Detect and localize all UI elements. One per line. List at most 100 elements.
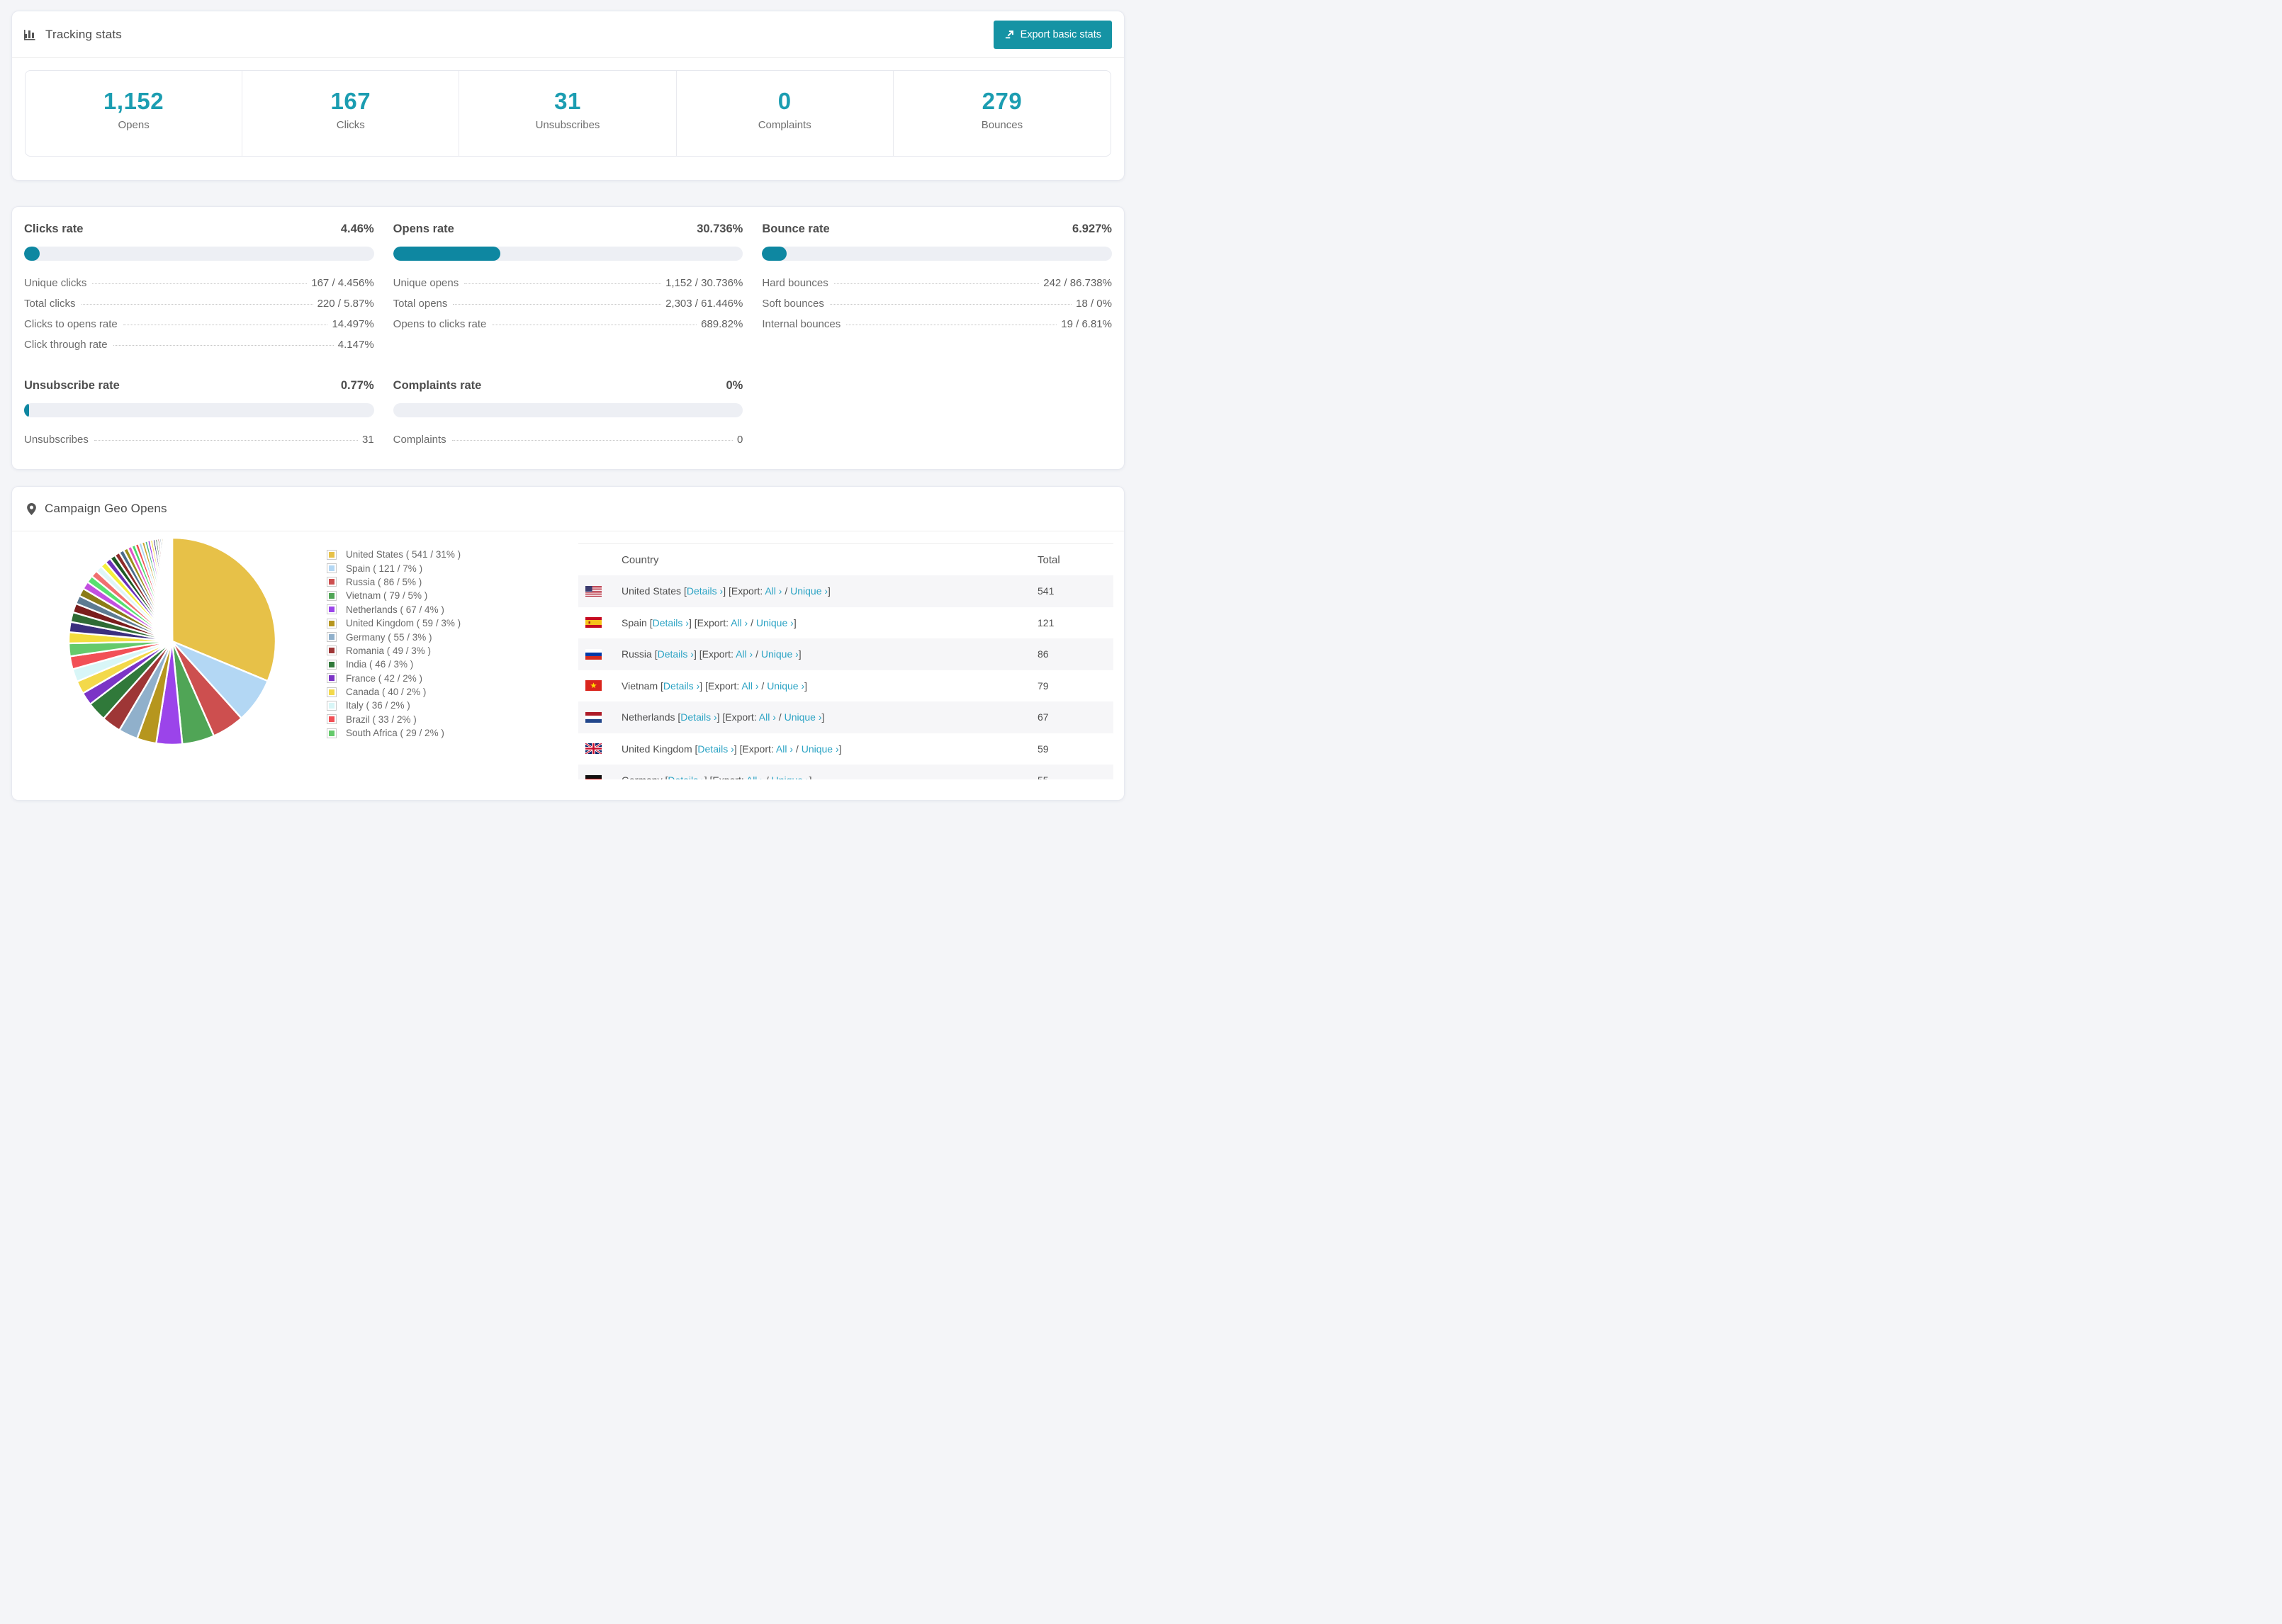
stat-label: Complaints [758,119,811,132]
flag-de-icon [585,774,602,779]
export-all-link[interactable]: All › [736,648,753,660]
bracket-text: ] [809,774,812,779]
page: { "page": { "background": "#f4f5f8", "wi… [0,11,1141,823]
country-name: Russia [622,648,655,660]
rate-section-value: 4.46% [340,222,374,235]
country-cell: United Kingdom [Details ›] [Export: All … [622,743,842,755]
rate-section-header: Unsubscribe rate 0.77% [24,379,374,393]
stat-value: 31 [554,88,581,114]
total-value: 121 [1038,616,1055,628]
stat-box-complaints: 0 Complaints [677,71,894,156]
country-cell: Germany [Details ›] [Export: All › / Uni… [622,774,811,779]
bracket-text: ] [838,743,842,755]
stats-row: 1,152 Opens 167 Clicks 31 Unsubscribes 0 Compla… [25,70,1111,157]
export-all-link[interactable]: All › [759,711,776,723]
rate-stat-value: 689.82% [701,318,743,330]
total-value: 86 [1038,648,1049,660]
country-cell: Spain [Details ›] [Export: All › / Uniqu… [622,617,797,628]
export-unique-link[interactable]: Unique › [767,680,804,692]
progress-bar [24,247,374,261]
export-icon [1004,29,1015,40]
stat-value: 279 [982,88,1023,114]
rate-stat-label: Unique clicks [24,277,87,289]
progress-bar [393,403,743,417]
details-link[interactable]: Details › [658,648,694,660]
rate-section-title: Clicks rate [24,222,84,235]
legend-item: United States ( 541 / 31% ) [327,548,461,561]
stat-label: Bounces [981,119,1023,132]
rate-stat-value: 167 / 4.456% [311,277,374,289]
bracket-text: / [753,648,761,660]
export-all-link[interactable]: All › [776,743,793,755]
legend-swatch [327,549,337,560]
export-all-link[interactable]: All › [731,617,748,628]
export-unique-link[interactable]: Unique › [790,585,828,597]
table-row-es: Spain [Details ›] [Export: All › / Uniqu… [578,607,1113,639]
legend-label: Romania ( 49 / 3% ) [346,645,432,656]
bracket-text: ] [Export: [704,774,746,779]
bracket-text: ] [798,648,802,660]
tracking-stats-card: Tracking stats Export basic stats 1,152 O… [11,11,1125,181]
table-row-de: Germany [Details ›] [Export: All › / Uni… [578,765,1113,779]
rate-stat-label: Opens to clicks rate [393,318,487,330]
bracket-text: / [748,616,756,628]
country-name: Vietnam [622,680,661,692]
geo-opens-header: Campaign Geo Opens [12,487,1124,531]
rate-section-header: Bounce rate 6.927% [762,222,1112,236]
rate-section-value: 6.927% [1072,222,1112,235]
legend-swatch [327,687,337,697]
rate-stat-row: Total clicks 220 / 5.87% [24,298,374,310]
legend-item: Netherlands ( 67 / 4% ) [327,603,461,616]
legend-label: India ( 46 / 3% ) [346,659,414,670]
geo-table: Country Total United States [Details ›] … [578,543,1113,779]
export-unique-link[interactable]: Unique › [761,648,799,660]
legend-swatch [327,714,337,725]
export-all-link[interactable]: All › [741,680,758,692]
rate-section-header: Clicks rate 4.46% [24,222,374,236]
rate-section-value: 0.77% [340,379,374,392]
export-unique-link[interactable]: Unique › [802,743,839,755]
export-unique-link[interactable]: Unique › [785,711,822,723]
bracket-text: ] [Export: [699,680,742,692]
stat-box-bounces: 279 Bounces [894,71,1111,156]
export-unique-link[interactable]: Unique › [772,774,809,779]
column-header-total: Total [1038,553,1060,566]
flag-ru-icon [585,648,602,660]
export-unique-link[interactable]: Unique › [756,617,794,628]
rate-stat-value: 242 / 86.738% [1043,277,1112,289]
details-link[interactable]: Details › [687,585,723,597]
bracket-text: / [758,680,768,692]
export-all-link[interactable]: All › [746,774,763,779]
details-link[interactable]: Details › [680,711,716,723]
stat-label: Unsubscribes [535,119,600,132]
dotted-leader [113,345,334,346]
rate-section-title: Bounce rate [762,222,830,235]
stat-value: 1,152 [103,88,164,114]
rate-stat-value: 0 [736,434,743,446]
details-link[interactable]: Details › [668,774,704,779]
geo-opens-card: Campaign Geo Opens United States ( 541 /… [11,486,1125,801]
legend-label: Canada ( 40 / 2% ) [346,687,427,698]
legend-swatch [327,632,337,643]
details-link[interactable]: Details › [663,680,699,692]
details-link[interactable]: Details › [653,617,689,628]
export-all-link[interactable]: All › [765,585,782,597]
progress-bar-fill [24,403,29,417]
country-cell: United States [Details ›] [Export: All ›… [622,585,831,597]
rate-stat-label: Unsubscribes [24,434,89,446]
rate-stat-label: Complaints [393,434,446,446]
geo-opens-title: Campaign Geo Opens [45,502,167,515]
export-basic-stats-button[interactable]: Export basic stats [993,20,1112,49]
country-name: United States [622,585,684,597]
legend-label: South Africa ( 29 / 2% ) [346,728,444,739]
map-pin-icon [27,502,36,515]
progress-bar-fill [24,247,40,261]
details-link[interactable]: Details › [697,743,734,755]
legend-item: South Africa ( 29 / 2% ) [327,726,461,740]
dotted-leader [451,440,733,441]
legend-swatch [327,563,337,574]
legend-label: Russia ( 86 / 5% ) [346,576,422,587]
dotted-leader [833,283,1040,284]
legend-label: Netherlands ( 67 / 4% ) [346,604,444,615]
bracket-text: / [782,585,791,597]
